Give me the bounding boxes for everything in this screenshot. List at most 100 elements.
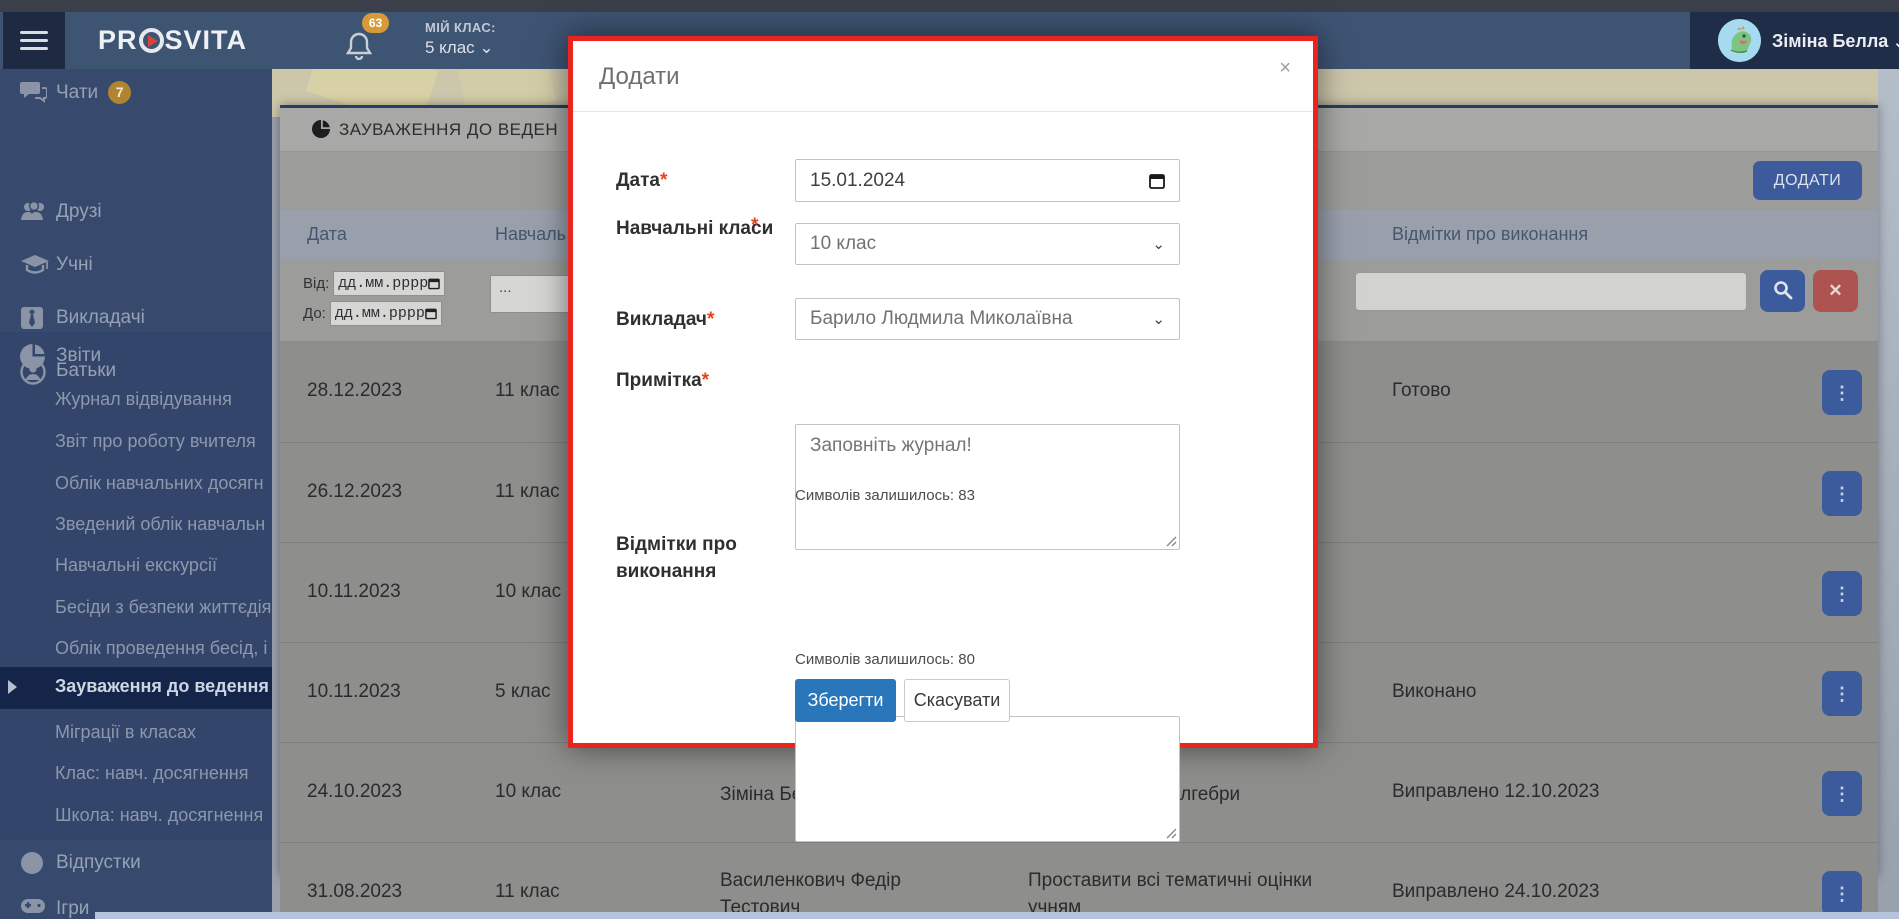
marks-label: Відмітки про виконання: [616, 531, 786, 585]
table-row[interactable]: 31.08.2023 11 клас Василенкович Федір Те…: [280, 842, 1878, 919]
classes-required-asterisk: *: [751, 215, 758, 237]
brand-logo[interactable]: PR SVITA: [98, 25, 247, 56]
date-input[interactable]: 15.01.2024: [795, 159, 1180, 202]
friends-icon: [20, 200, 48, 224]
sidebar-subitem-journal-remarks-active[interactable]: Зауваження до ведення: [0, 667, 272, 709]
gamepad-icon: [20, 897, 46, 915]
dino-avatar-icon: [1718, 19, 1761, 62]
bell-icon: [346, 32, 372, 60]
row-actions-button[interactable]: ⋮: [1822, 871, 1862, 916]
filter-from-date-input[interactable]: дд.мм.рррр: [333, 271, 445, 296]
chevron-down-icon: ⌄: [1152, 310, 1165, 328]
teacher-select[interactable]: Барило Людмила Миколаївна ⌄: [795, 298, 1180, 340]
sidebar-subitem-safety-talks[interactable]: Бесіди з безпеки життєдія: [0, 597, 272, 621]
active-triangle-icon: [8, 680, 17, 694]
sidebar-subitem-class-achievements[interactable]: Клас: навч. досягнення: [0, 763, 272, 787]
pie-chart-icon: [20, 344, 45, 369]
filter-marks-input[interactable]: [1355, 272, 1747, 311]
sidebar: Чати7 Друзі Учні Викладачі Батьки Звіти …: [0, 69, 272, 919]
row-actions-button[interactable]: ⋮: [1822, 771, 1862, 816]
sidebar-subitem-achievement-record[interactable]: Облік навчальних досягн: [0, 473, 272, 497]
status-text: Готово: [1392, 380, 1792, 402]
horizontal-scrollbar[interactable]: [95, 912, 1899, 919]
user-name[interactable]: Зіміна Белла ⌄: [1772, 31, 1899, 52]
filter-to-label: До:: [303, 305, 326, 322]
sidebar-subitem-school-achievements[interactable]: Школа: навч. досягнення: [0, 805, 272, 829]
status-text: Виправлено 24.10.2023: [1392, 881, 1792, 903]
cancel-button[interactable]: Скасувати: [904, 679, 1010, 722]
row-actions-button[interactable]: ⋮: [1822, 671, 1862, 716]
sidebar-item-friends[interactable]: Друзі: [0, 200, 272, 226]
marks-chars-remaining: Символів залишилось: 80: [795, 651, 975, 668]
column-header-marks[interactable]: Відмітки про виконання: [1392, 224, 1588, 245]
classes-select[interactable]: 10 клас ⌄: [795, 223, 1180, 265]
brand-text-left: PR: [98, 25, 138, 56]
sidebar-item-label: Викладачі: [56, 307, 145, 329]
play-circle-icon: [139, 28, 164, 53]
calendar-icon: [425, 307, 437, 320]
chat-icon: [20, 80, 47, 104]
calendar-icon: [428, 277, 440, 290]
sidebar-subitem-talks-record[interactable]: Облік проведення бесід, і: [0, 638, 272, 662]
sidebar-subitem-teacher-work-report[interactable]: Звіт про роботу вчителя: [0, 431, 272, 455]
resize-handle-icon: [1166, 536, 1177, 547]
my-class-value[interactable]: 5 клас ⌄: [425, 38, 496, 58]
date-filter-group: Від: дд.мм.рррр До: дд.мм.рррр: [303, 271, 445, 331]
filter-to-date-input[interactable]: дд.мм.рррр: [330, 301, 442, 326]
browser-top-strip: [0, 0, 1899, 12]
sidebar-item-label: Ігри: [56, 898, 89, 919]
circle-icon: [20, 851, 44, 875]
status-text: Виконано: [1392, 681, 1792, 703]
sidebar-item-teachers[interactable]: Викладачі: [0, 306, 272, 332]
graduation-cap-icon: [20, 253, 50, 275]
my-class-label: МІЙ КЛАС:: [425, 20, 496, 35]
avatar[interactable]: [1718, 19, 1761, 62]
status-text: Виправлено 12.10.2023: [1392, 781, 1792, 803]
row-actions-button[interactable]: ⋮: [1822, 370, 1862, 415]
clear-filter-button[interactable]: ✕: [1813, 270, 1858, 312]
modal-title: Додати: [599, 63, 680, 91]
app-root: PR SVITA 63 МІЙ КЛАС: 5 клас ⌄: [0, 0, 1899, 919]
hamburger-icon: [20, 31, 48, 34]
marks-textarea[interactable]: [795, 716, 1180, 842]
sidebar-subitem-attendance-journal[interactable]: Журнал відвідування: [0, 389, 272, 413]
sidebar-item-reports[interactable]: Звіти: [0, 344, 272, 370]
sidebar-item-label: Відпустки: [56, 852, 141, 874]
sidebar-item-students[interactable]: Учні: [0, 253, 272, 279]
save-button[interactable]: Зберегти: [795, 679, 896, 722]
resize-handle-icon: [1166, 828, 1177, 839]
add-remark-modal: Додати × Дата* 15.01.2024 Навчальні клас…: [568, 36, 1318, 748]
my-class-switcher[interactable]: МІЙ КЛАС: 5 клас ⌄: [425, 20, 496, 58]
sidebar-item-vacations[interactable]: Відпустки: [0, 851, 272, 877]
close-icon[interactable]: ×: [1279, 57, 1291, 80]
modal-header: Додати ×: [573, 41, 1313, 112]
sidebar-item-label: Чати: [56, 82, 98, 103]
column-header-date[interactable]: Дата: [307, 224, 347, 245]
row-actions-button[interactable]: ⋮: [1822, 471, 1862, 516]
hamburger-menu-button[interactable]: [3, 12, 65, 69]
column-header-class[interactable]: Навчаль: [495, 224, 566, 245]
sidebar-subitem-excursions[interactable]: Навчальні екскурсії: [0, 555, 272, 579]
sidebar-item-chats[interactable]: Чати 7: [0, 80, 272, 106]
add-button[interactable]: ДОДАТИ: [1753, 161, 1862, 200]
chevron-down-icon: ⌄: [1893, 34, 1899, 50]
sidebar-item-label: Учні: [56, 254, 93, 276]
card-title: ЗАУВАЖЕННЯ ДО ВЕДЕН: [312, 120, 558, 140]
sidebar-subitem-class-migrations[interactable]: Міграції в класах: [0, 722, 272, 746]
row-actions-button[interactable]: ⋮: [1822, 571, 1862, 616]
notifications-bell-button[interactable]: [346, 32, 372, 65]
page-right-margin: [1878, 69, 1899, 919]
note-label: Примітка*: [616, 367, 786, 394]
brand-text-right: SVITA: [165, 25, 248, 56]
note-chars-remaining: Символів залишилось: 83: [795, 487, 975, 504]
search-button[interactable]: [1760, 270, 1805, 312]
teacher-label: Викладач*: [616, 306, 786, 333]
date-label: Дата*: [616, 167, 786, 194]
calendar-icon: [1149, 173, 1165, 189]
notification-count-badge: 63: [362, 13, 389, 33]
user-menu[interactable]: Зіміна Белла ⌄: [1690, 12, 1899, 69]
search-icon: [1773, 280, 1793, 300]
chats-count-badge: 7: [108, 81, 131, 104]
sidebar-item-label: Друзі: [56, 201, 102, 223]
sidebar-subitem-consolidated-record[interactable]: Зведений облік навчальн: [0, 514, 272, 538]
